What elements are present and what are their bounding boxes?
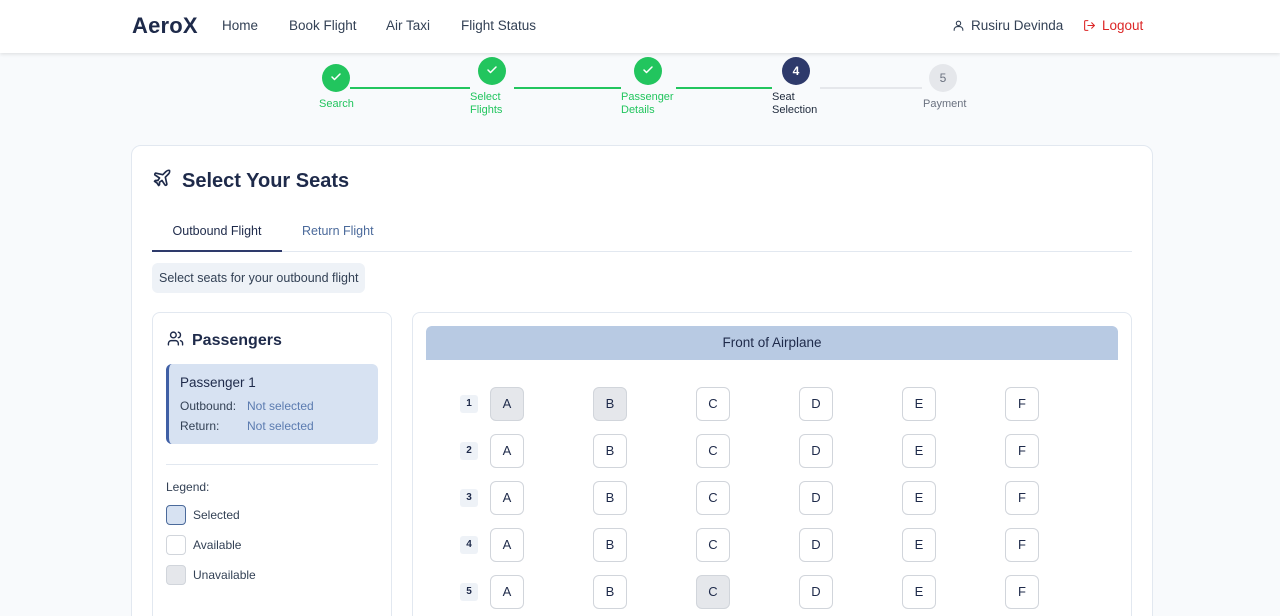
brand-logo[interactable]: AeroX: [132, 13, 198, 39]
passengers-panel: Passengers Passenger 1 Outbound: Not sel…: [152, 312, 392, 616]
seat-4f[interactable]: F: [1005, 528, 1039, 562]
row-number: 5: [460, 583, 478, 601]
step-connector: [820, 87, 922, 89]
seat-5b[interactable]: B: [593, 575, 627, 609]
nav-link-book-flight[interactable]: Book Flight: [289, 18, 357, 33]
seat-1a: A: [490, 387, 524, 421]
seat-selection-card: Select Your Seats Outbound Flight Return…: [131, 145, 1153, 616]
return-seat-value: Not selected: [247, 419, 314, 433]
passenger-name: Passenger 1: [180, 375, 256, 390]
page-title-text: Select Your Seats: [182, 169, 350, 192]
seat-2e[interactable]: E: [902, 434, 936, 468]
row-number: 2: [460, 442, 478, 460]
seat-1e[interactable]: E: [902, 387, 936, 421]
seat-5f[interactable]: F: [1005, 575, 1039, 609]
seat-4d[interactable]: D: [799, 528, 833, 562]
seat-1d[interactable]: D: [799, 387, 833, 421]
instruction-text: Select seats for your outbound flight: [152, 263, 366, 293]
row-number: 3: [460, 489, 478, 507]
front-of-airplane-banner: Front of Airplane: [426, 326, 1118, 360]
seat-5c: C: [696, 575, 730, 609]
legend-unavailable: Unavailable: [166, 565, 256, 585]
check-icon: [330, 71, 342, 86]
legend-selected: Selected: [166, 505, 240, 525]
row-number: 4: [460, 536, 478, 554]
step-3-circle: [634, 57, 662, 85]
seat-5a[interactable]: A: [490, 575, 524, 609]
check-icon: [642, 64, 654, 79]
seat-1c[interactable]: C: [696, 387, 730, 421]
seat-1b: B: [593, 387, 627, 421]
step-5-label: Payment: [923, 98, 967, 110]
seat-5d[interactable]: D: [799, 575, 833, 609]
seat-3e[interactable]: E: [902, 481, 936, 515]
seat-2c[interactable]: C: [696, 434, 730, 468]
top-navbar: AeroX Home Book Flight Air Taxi Flight S…: [0, 0, 1280, 53]
divider: [166, 464, 378, 465]
seat-2b[interactable]: B: [593, 434, 627, 468]
tab-outbound-flight[interactable]: Outbound Flight: [152, 224, 282, 252]
seat-map: Front of Airplane 1ABCDEF2ABCDEF3ABCDEF4…: [412, 312, 1132, 616]
seat-3c[interactable]: C: [696, 481, 730, 515]
seat-3b[interactable]: B: [593, 481, 627, 515]
step-3-label: Passenger Details: [621, 91, 674, 116]
step-connector: [514, 87, 621, 89]
step-4-circle: 4: [782, 57, 810, 85]
user-name: Rusiru Devinda: [971, 18, 1064, 33]
outbound-label: Outbound:: [180, 399, 237, 413]
seat-1f[interactable]: F: [1005, 387, 1039, 421]
step-1-label: Search: [319, 98, 354, 110]
passengers-heading: Passengers: [167, 330, 282, 352]
page-title: Select Your Seats: [152, 168, 349, 194]
booking-stepper: Search Select Flights Passenger Details …: [0, 53, 1280, 133]
legend-available: Available: [166, 535, 241, 555]
seat-2f[interactable]: F: [1005, 434, 1039, 468]
airplane-icon: [152, 168, 172, 194]
step-connector: [676, 87, 772, 89]
seat-4a[interactable]: A: [490, 528, 524, 562]
seat-2a[interactable]: A: [490, 434, 524, 468]
user-menu[interactable]: Rusiru Devinda: [952, 18, 1063, 33]
legend-unavailable-swatch: [166, 565, 186, 585]
seat-4c[interactable]: C: [696, 528, 730, 562]
seat-2d[interactable]: D: [799, 434, 833, 468]
flight-tabs: Outbound Flight Return Flight: [152, 218, 1132, 252]
legend-available-swatch: [166, 535, 186, 555]
passenger-card[interactable]: Passenger 1 Outbound: Not selected Retur…: [166, 364, 378, 444]
seat-4e[interactable]: E: [902, 528, 936, 562]
step-connector: [350, 87, 470, 89]
seat-5e[interactable]: E: [902, 575, 936, 609]
seat-3d[interactable]: D: [799, 481, 833, 515]
step-1-circle: [322, 64, 350, 92]
step-2-circle: [478, 57, 506, 85]
outbound-seat-value: Not selected: [247, 399, 314, 413]
nav-link-air-taxi[interactable]: Air Taxi: [386, 18, 430, 33]
step-4-label: Seat Selection: [772, 91, 818, 116]
seat-4b[interactable]: B: [593, 528, 627, 562]
logout-button[interactable]: Logout: [1083, 18, 1143, 33]
tab-return-flight[interactable]: Return Flight: [302, 224, 374, 250]
nav-link-home[interactable]: Home: [222, 18, 258, 33]
legend-selected-swatch: [166, 505, 186, 525]
step-2-label: Select Flights: [470, 91, 503, 116]
seat-3a[interactable]: A: [490, 481, 524, 515]
user-icon: [952, 19, 965, 32]
logout-icon: [1083, 19, 1096, 32]
step-5-circle: 5: [929, 64, 957, 92]
logout-label: Logout: [1102, 18, 1144, 33]
check-icon: [486, 64, 498, 79]
legend-title: Legend:: [166, 480, 210, 494]
users-icon: [167, 330, 184, 352]
seat-3f[interactable]: F: [1005, 481, 1039, 515]
return-label: Return:: [180, 419, 220, 433]
row-number: 1: [460, 395, 478, 413]
nav-link-flight-status[interactable]: Flight Status: [461, 18, 536, 33]
